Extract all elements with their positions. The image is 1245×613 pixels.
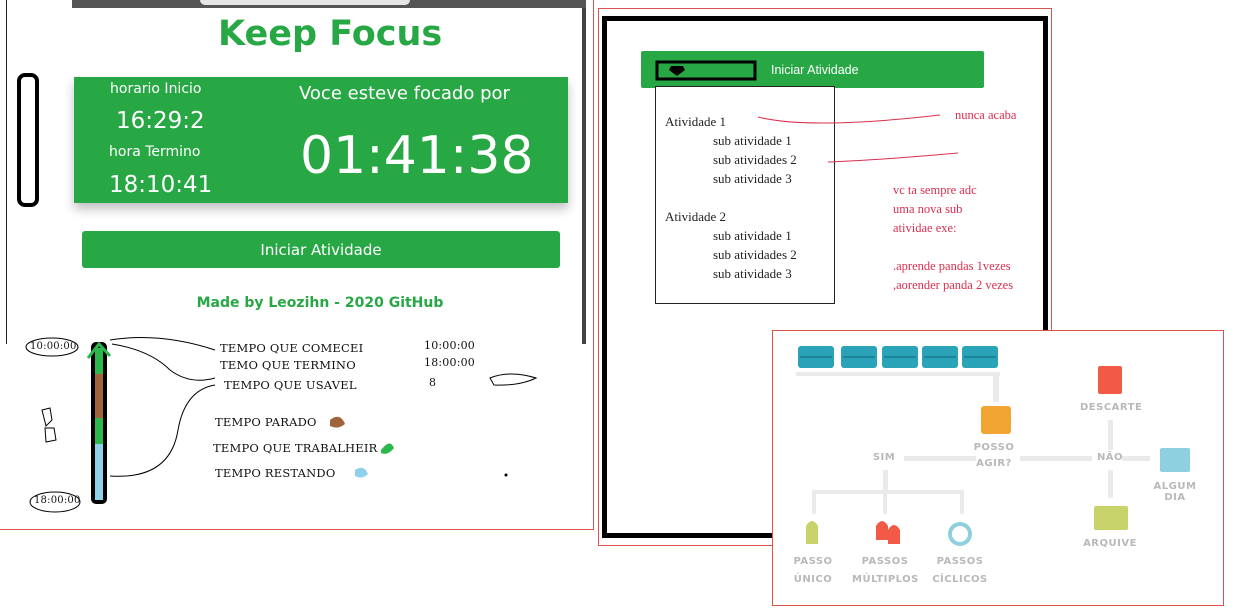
inbox-icon bbox=[981, 406, 1011, 434]
sketch-row-label: TEMO QUE TERMINO bbox=[220, 358, 356, 372]
label-can-act: AGIR? bbox=[976, 458, 1012, 469]
folder-icon bbox=[1094, 506, 1128, 530]
sketch-time-bottom: 18:00:00 bbox=[34, 495, 81, 506]
start-time-label: horario Inicio bbox=[110, 81, 202, 97]
sketch-row-label: TEMPO QUE USAVEL bbox=[224, 378, 357, 392]
sketch-row-value: 8 bbox=[429, 376, 437, 389]
trash-icon bbox=[1098, 366, 1122, 394]
label-cyclic-steps: CÍCLICOS bbox=[932, 574, 988, 585]
label-single-step: PASSO bbox=[793, 556, 833, 567]
note-line: uma nova sub bbox=[893, 202, 963, 216]
start-activity-button[interactable]: Iniciar Atividade bbox=[82, 231, 560, 268]
sub-activity[interactable]: sub atividade 3 bbox=[713, 266, 792, 282]
cycle-icon bbox=[948, 522, 972, 546]
label-single-step: ÚNICO bbox=[793, 574, 833, 585]
note-line: .aprende pandas 1vezes bbox=[893, 259, 1011, 273]
sketch-left-bar bbox=[17, 73, 39, 207]
end-time-label: hora Termino bbox=[109, 144, 201, 160]
calendar-icon bbox=[1160, 448, 1190, 472]
note-line: vc ta sempre adc bbox=[893, 183, 977, 197]
note-line: atividae exe: bbox=[893, 221, 957, 235]
footprints-icon bbox=[876, 521, 900, 544]
legend-stopped-time: TEMPO PARADO bbox=[215, 415, 317, 429]
sketch-row-label: TEMPO QUE COMECEI bbox=[220, 341, 364, 355]
activity-title[interactable]: Atividade 1 bbox=[665, 114, 726, 130]
label-can-act: POSSO bbox=[973, 442, 1015, 453]
sketch-row-value: 10:00:00 bbox=[424, 339, 476, 352]
address-bar[interactable] bbox=[200, 0, 410, 5]
sub-activity[interactable]: sub atividade 1 bbox=[713, 228, 792, 244]
annotation-arrows bbox=[757, 114, 959, 163]
end-time-value: 18:10:41 bbox=[109, 172, 213, 198]
footer-credit[interactable]: Made by Leozihn - 2020 GitHub bbox=[0, 295, 640, 311]
activity-title[interactable]: Atividade 2 bbox=[665, 209, 726, 225]
focused-label: Voce esteve focado por bbox=[299, 83, 510, 104]
sketch-time-top: 10:00:00 bbox=[30, 341, 77, 352]
label-archive: ARQUIVE bbox=[1083, 538, 1137, 549]
sketch-row-value: 18:00:00 bbox=[424, 356, 476, 369]
label-multi-steps: MÚLTIPLOS bbox=[852, 574, 919, 585]
focused-duration: 01:41:38 bbox=[300, 126, 534, 186]
start-time-value: 16:29:2 bbox=[116, 108, 205, 134]
note-never-ends: nunca acaba bbox=[955, 108, 1017, 122]
mockup-bar-label: Iniciar Atividade bbox=[771, 63, 859, 77]
label-no: NÃO bbox=[1096, 452, 1124, 463]
legend-remaining-time: TEMPO RESTANDO bbox=[215, 466, 336, 480]
label-cyclic-steps: PASSOS bbox=[936, 556, 984, 567]
label-multi-steps: PASSOS bbox=[861, 556, 909, 567]
app-title: Keep Focus bbox=[218, 14, 443, 54]
note-line: ,aorender panda 2 vezes bbox=[893, 278, 1014, 292]
footprint-icon bbox=[806, 521, 818, 544]
label-yes: SIM bbox=[872, 452, 896, 463]
legend-worked-time: TEMPO QUE TRABALHEIR bbox=[213, 441, 378, 455]
sub-activity[interactable]: sub atividades 2 bbox=[713, 247, 797, 263]
dropdown-toggle-icon[interactable] bbox=[655, 60, 759, 82]
label-discard: DESCARTE bbox=[1080, 402, 1143, 413]
label-someday: ALGUM DIA bbox=[1153, 481, 1197, 503]
